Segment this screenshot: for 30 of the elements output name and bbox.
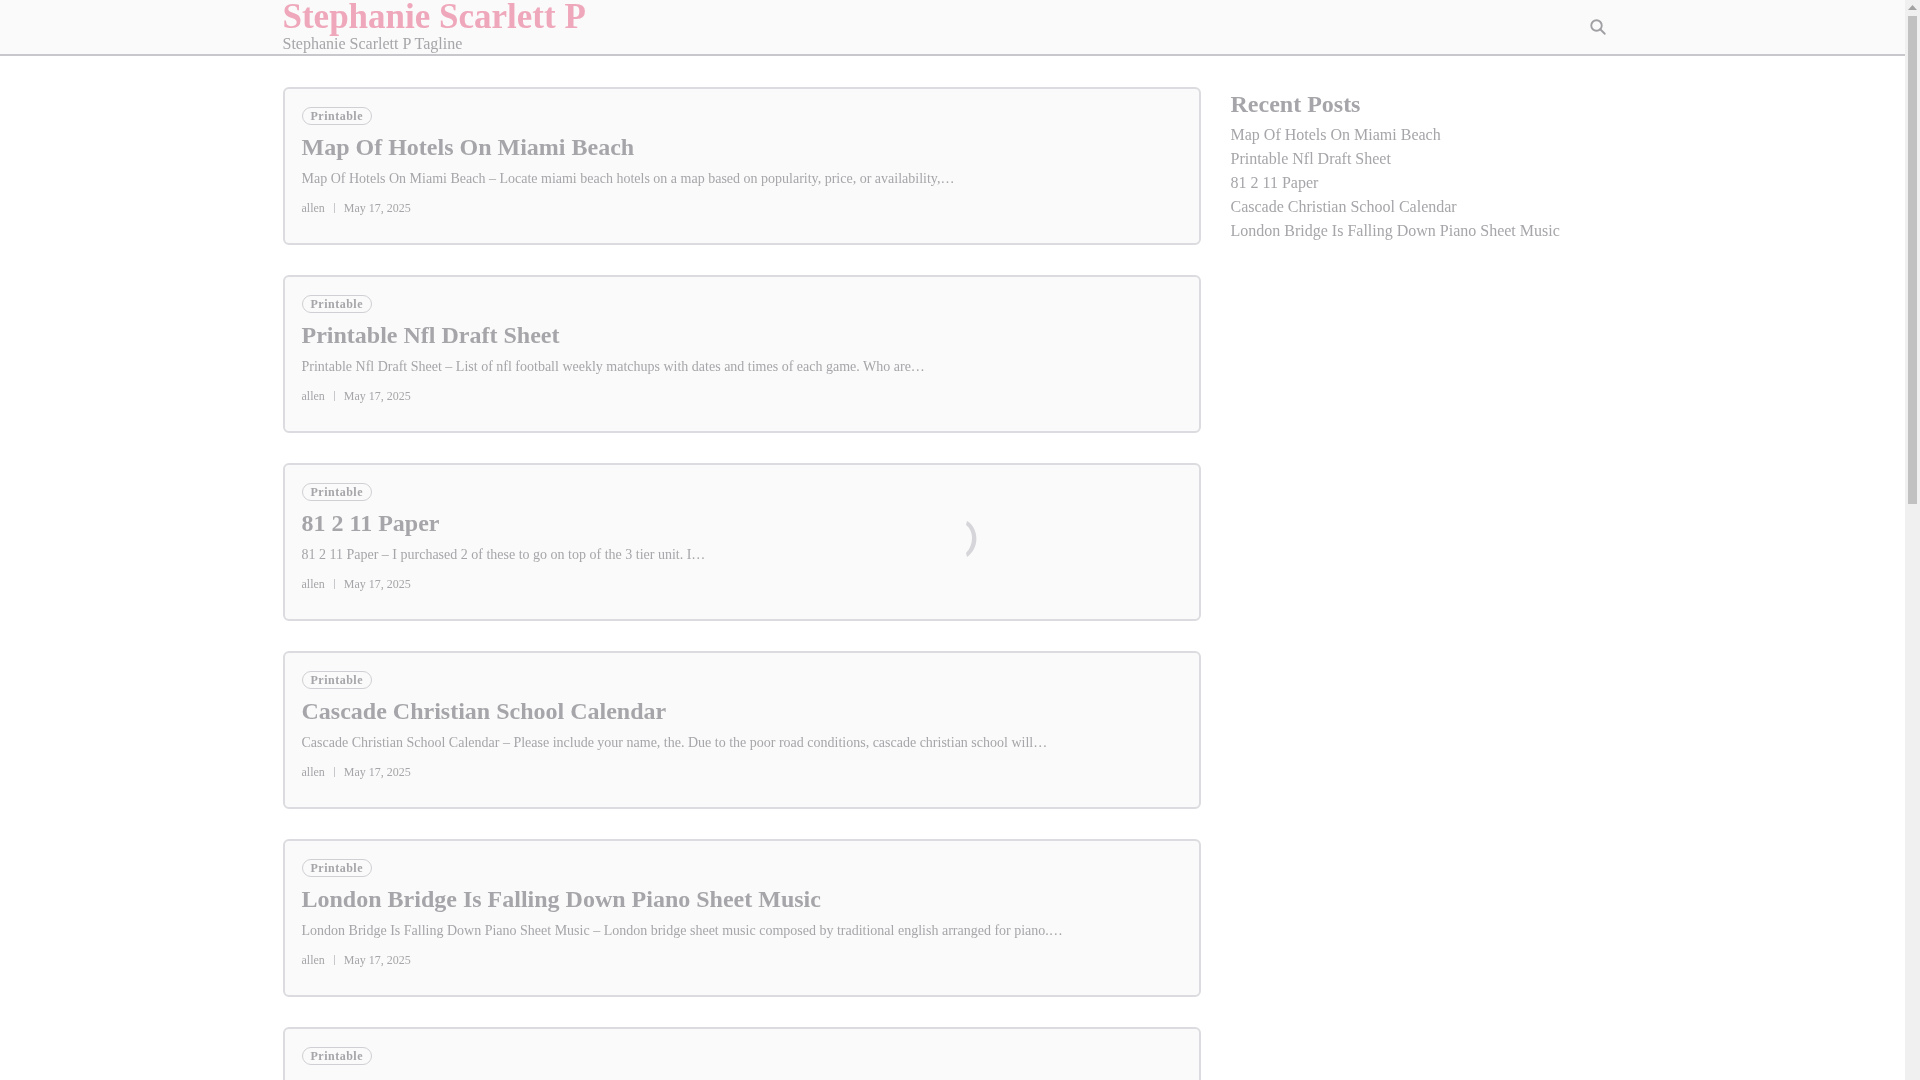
post-date: May 17, 2025: [343, 952, 411, 969]
post-excerpt: London Bridge Is Falling Down Piano Sheet Music – London bridge sheet music composed by traditional english arranged for piano.…: [301, 922, 1063, 940]
post-author[interactable]: allen: [301, 387, 325, 405]
post-excerpt: Printable Nfl Draft Sheet – List of nfl football weekly matchups with dates and times of each game. Who are…: [301, 358, 925, 376]
site-tagline: Stephanie Scarlett P Tagline: [282, 35, 464, 54]
recent-post-link[interactable]: 81 2 11 Paper: [1230, 171, 1560, 195]
recent-post-link[interactable]: Map Of Hotels On Miami Beach: [1230, 123, 1560, 147]
scrollbar[interactable]: [1905, 0, 1920, 1080]
post-excerpt: 81 2 11 Paper – I purchased 2 of these to go on top of the 3 tier unit. I…: [301, 546, 706, 564]
post-excerpt: Cascade Christian School Calendar – Please include your name, the. Due to the poor road conditions, cascade christian school will…: [301, 734, 1048, 752]
post-title[interactable]: Map Of Hotels On Miami Beach: [301, 131, 635, 163]
scroll-up-icon[interactable]: [1908, 3, 1917, 12]
recent-post-link[interactable]: Printable Nfl Draft Sheet: [1230, 147, 1560, 171]
post-author[interactable]: allen: [301, 763, 325, 781]
recent-post-link[interactable]: Cascade Christian School Calendar: [1230, 195, 1560, 219]
post-excerpt: Map Of Hotels On Miami Beach – Locate miami beach hotels on a map based on popularity, price, or availability,…: [301, 170, 955, 188]
post-author[interactable]: allen: [301, 951, 325, 969]
post-title[interactable]: London Bridge Is Falling Down Piano Sheet Music: [301, 883, 821, 915]
post-date: May 17, 2025: [343, 576, 411, 593]
sidebar-heading: Recent Posts: [1230, 90, 1362, 119]
post-author[interactable]: allen: [301, 199, 325, 217]
recent-post-link[interactable]: London Bridge Is Falling Down Piano Sheet Music: [1230, 219, 1560, 243]
post-title[interactable]: 81 2 11 Paper: [301, 507, 440, 539]
post-date: May 17, 2025: [343, 388, 411, 405]
post-date: May 17, 2025: [343, 200, 411, 217]
post-author[interactable]: allen: [301, 575, 325, 593]
search-icon[interactable]: [1588, 18, 1607, 36]
post-date: May 17, 2025: [343, 764, 411, 781]
post-title[interactable]: Printable Nfl Draft Sheet: [301, 319, 560, 351]
post-title[interactable]: Cascade Christian School Calendar: [301, 695, 667, 727]
